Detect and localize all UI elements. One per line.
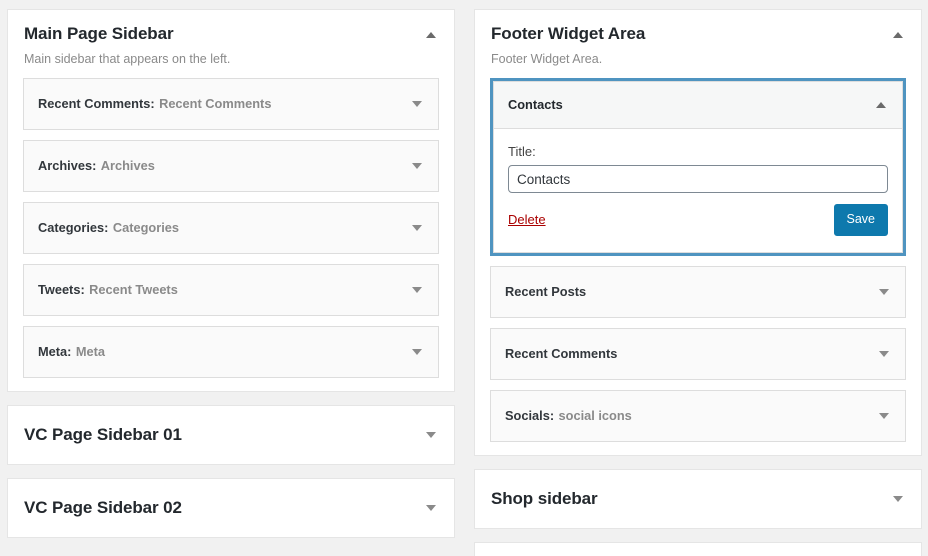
widget-name: Recent Comments bbox=[505, 346, 617, 361]
page-title: Footer Widget Area bbox=[491, 23, 905, 45]
triangle-down-icon[interactable] bbox=[408, 219, 426, 237]
widget-area-panel-footer-widget-area[interactable]: Footer Widget Area Footer Widget Area. C… bbox=[474, 9, 922, 456]
triangle-down-icon[interactable] bbox=[408, 343, 426, 361]
triangle-down-icon[interactable] bbox=[422, 426, 440, 444]
widget-name: Categories bbox=[38, 220, 104, 235]
widget-separator: : bbox=[150, 96, 154, 111]
save-button[interactable]: Save bbox=[834, 204, 889, 236]
panel-body: Contacts Title: Delete Save bbox=[475, 67, 921, 455]
widget-row[interactable]: Recent Comments: Recent Comments bbox=[23, 78, 439, 130]
widget-header[interactable]: Meta: Meta bbox=[24, 327, 438, 377]
widget-row[interactable]: Recent Posts bbox=[490, 266, 906, 318]
widget-form-controls: Delete Save bbox=[508, 204, 888, 236]
right-widget-column: Footer Widget Area Footer Widget Area. C… bbox=[474, 0, 922, 556]
triangle-down-icon[interactable] bbox=[875, 407, 893, 425]
triangle-down-icon[interactable] bbox=[408, 281, 426, 299]
widget-row[interactable]: Meta: Meta bbox=[23, 326, 439, 378]
widget-row-contacts[interactable]: Contacts Title: Delete Save bbox=[493, 81, 903, 253]
title-field-label: Title: bbox=[508, 143, 888, 161]
widget-settings-form: Title: Delete Save bbox=[494, 129, 902, 252]
page-title: Shop sidebar bbox=[491, 488, 905, 510]
widget-name: Socials bbox=[505, 408, 550, 423]
panel-header[interactable]: Shop sidebar bbox=[475, 470, 921, 528]
widget-area-panel-vc-page-sidebar-01[interactable]: VC Page Sidebar 01 bbox=[7, 405, 455, 465]
widget-row[interactable]: Tweets: Recent Tweets bbox=[23, 264, 439, 316]
panel-description: Footer Widget Area. bbox=[491, 51, 905, 67]
widget-separator: : bbox=[67, 344, 71, 359]
panel-header[interactable]: Main Page Sidebar Main sidebar that appe… bbox=[8, 10, 454, 67]
widgets-admin-page: Main Page Sidebar Main sidebar that appe… bbox=[0, 0, 928, 556]
widget-subtitle: Recent Tweets bbox=[89, 282, 178, 297]
title-input[interactable] bbox=[508, 165, 888, 193]
widget-header[interactable]: Recent Posts bbox=[491, 267, 905, 317]
panel-description: Main sidebar that appears on the left. bbox=[24, 51, 438, 67]
widget-header[interactable]: Recent Comments bbox=[491, 329, 905, 379]
widget-separator: : bbox=[104, 220, 108, 235]
widget-row[interactable]: Categories: Categories bbox=[23, 202, 439, 254]
triangle-down-icon[interactable] bbox=[875, 345, 893, 363]
left-widget-column: Main Page Sidebar Main sidebar that appe… bbox=[7, 0, 455, 551]
panel-body: Recent Comments: Recent Comments Archive… bbox=[8, 67, 454, 391]
widget-header[interactable]: Recent Comments: Recent Comments bbox=[24, 79, 438, 129]
widget-name: Archives bbox=[38, 158, 92, 173]
widget-subtitle: social icons bbox=[559, 408, 632, 423]
widget-separator: : bbox=[550, 408, 554, 423]
widget-name: Tweets bbox=[38, 282, 80, 297]
widget-subtitle: Meta bbox=[76, 344, 105, 359]
panel-header[interactable]: Footer Widget Area Footer Widget Area. bbox=[475, 10, 921, 67]
page-title: VC Page Sidebar 01 bbox=[24, 424, 438, 446]
widget-header[interactable]: Contacts bbox=[494, 82, 902, 129]
panel-header[interactable]: VC Page Sidebar 01 bbox=[8, 406, 454, 464]
triangle-down-icon[interactable] bbox=[875, 283, 893, 301]
widget-separator: : bbox=[80, 282, 84, 297]
delete-link[interactable]: Delete bbox=[508, 212, 546, 228]
widget-subtitle: Recent Comments bbox=[159, 96, 271, 111]
widget-subtitle: Categories bbox=[113, 220, 179, 235]
triangle-up-icon[interactable] bbox=[422, 26, 440, 44]
widget-name: Meta bbox=[38, 344, 67, 359]
triangle-down-icon[interactable] bbox=[408, 157, 426, 175]
widget-name: Contacts bbox=[508, 97, 563, 112]
widget-name: Recent Posts bbox=[505, 284, 586, 299]
widget-name: Recent Comments bbox=[38, 96, 150, 111]
page-title: VC Page Sidebar 02 bbox=[24, 497, 438, 519]
widget-row[interactable]: Recent Comments bbox=[490, 328, 906, 380]
widget-area-panel-shop-sidebar[interactable]: Shop sidebar bbox=[474, 469, 922, 529]
widget-area-panel-main-page-sidebar[interactable]: Main Page Sidebar Main sidebar that appe… bbox=[7, 9, 455, 392]
page-title: Main Page Sidebar bbox=[24, 23, 438, 45]
highlighted-widget-container: Contacts Title: Delete Save bbox=[490, 78, 906, 256]
triangle-up-icon[interactable] bbox=[872, 96, 890, 114]
widget-row[interactable]: Socials: social icons bbox=[490, 390, 906, 442]
triangle-up-icon[interactable] bbox=[889, 26, 907, 44]
widget-separator: : bbox=[92, 158, 96, 173]
widget-header[interactable]: Socials: social icons bbox=[491, 391, 905, 441]
widget-header[interactable]: Tweets: Recent Tweets bbox=[24, 265, 438, 315]
triangle-down-icon[interactable] bbox=[408, 95, 426, 113]
triangle-down-icon[interactable] bbox=[422, 499, 440, 517]
widget-row[interactable]: Archives: Archives bbox=[23, 140, 439, 192]
triangle-down-icon[interactable] bbox=[889, 490, 907, 508]
panel-header[interactable]: Shop widget area bbox=[475, 543, 921, 556]
panel-header[interactable]: VC Page Sidebar 02 bbox=[8, 479, 454, 537]
widget-area-panel-vc-page-sidebar-02[interactable]: VC Page Sidebar 02 bbox=[7, 478, 455, 538]
widget-area-panel-shop-widget-area[interactable]: Shop widget area bbox=[474, 542, 922, 556]
widget-header[interactable]: Archives: Archives bbox=[24, 141, 438, 191]
widget-subtitle: Archives bbox=[101, 158, 155, 173]
widget-header[interactable]: Categories: Categories bbox=[24, 203, 438, 253]
